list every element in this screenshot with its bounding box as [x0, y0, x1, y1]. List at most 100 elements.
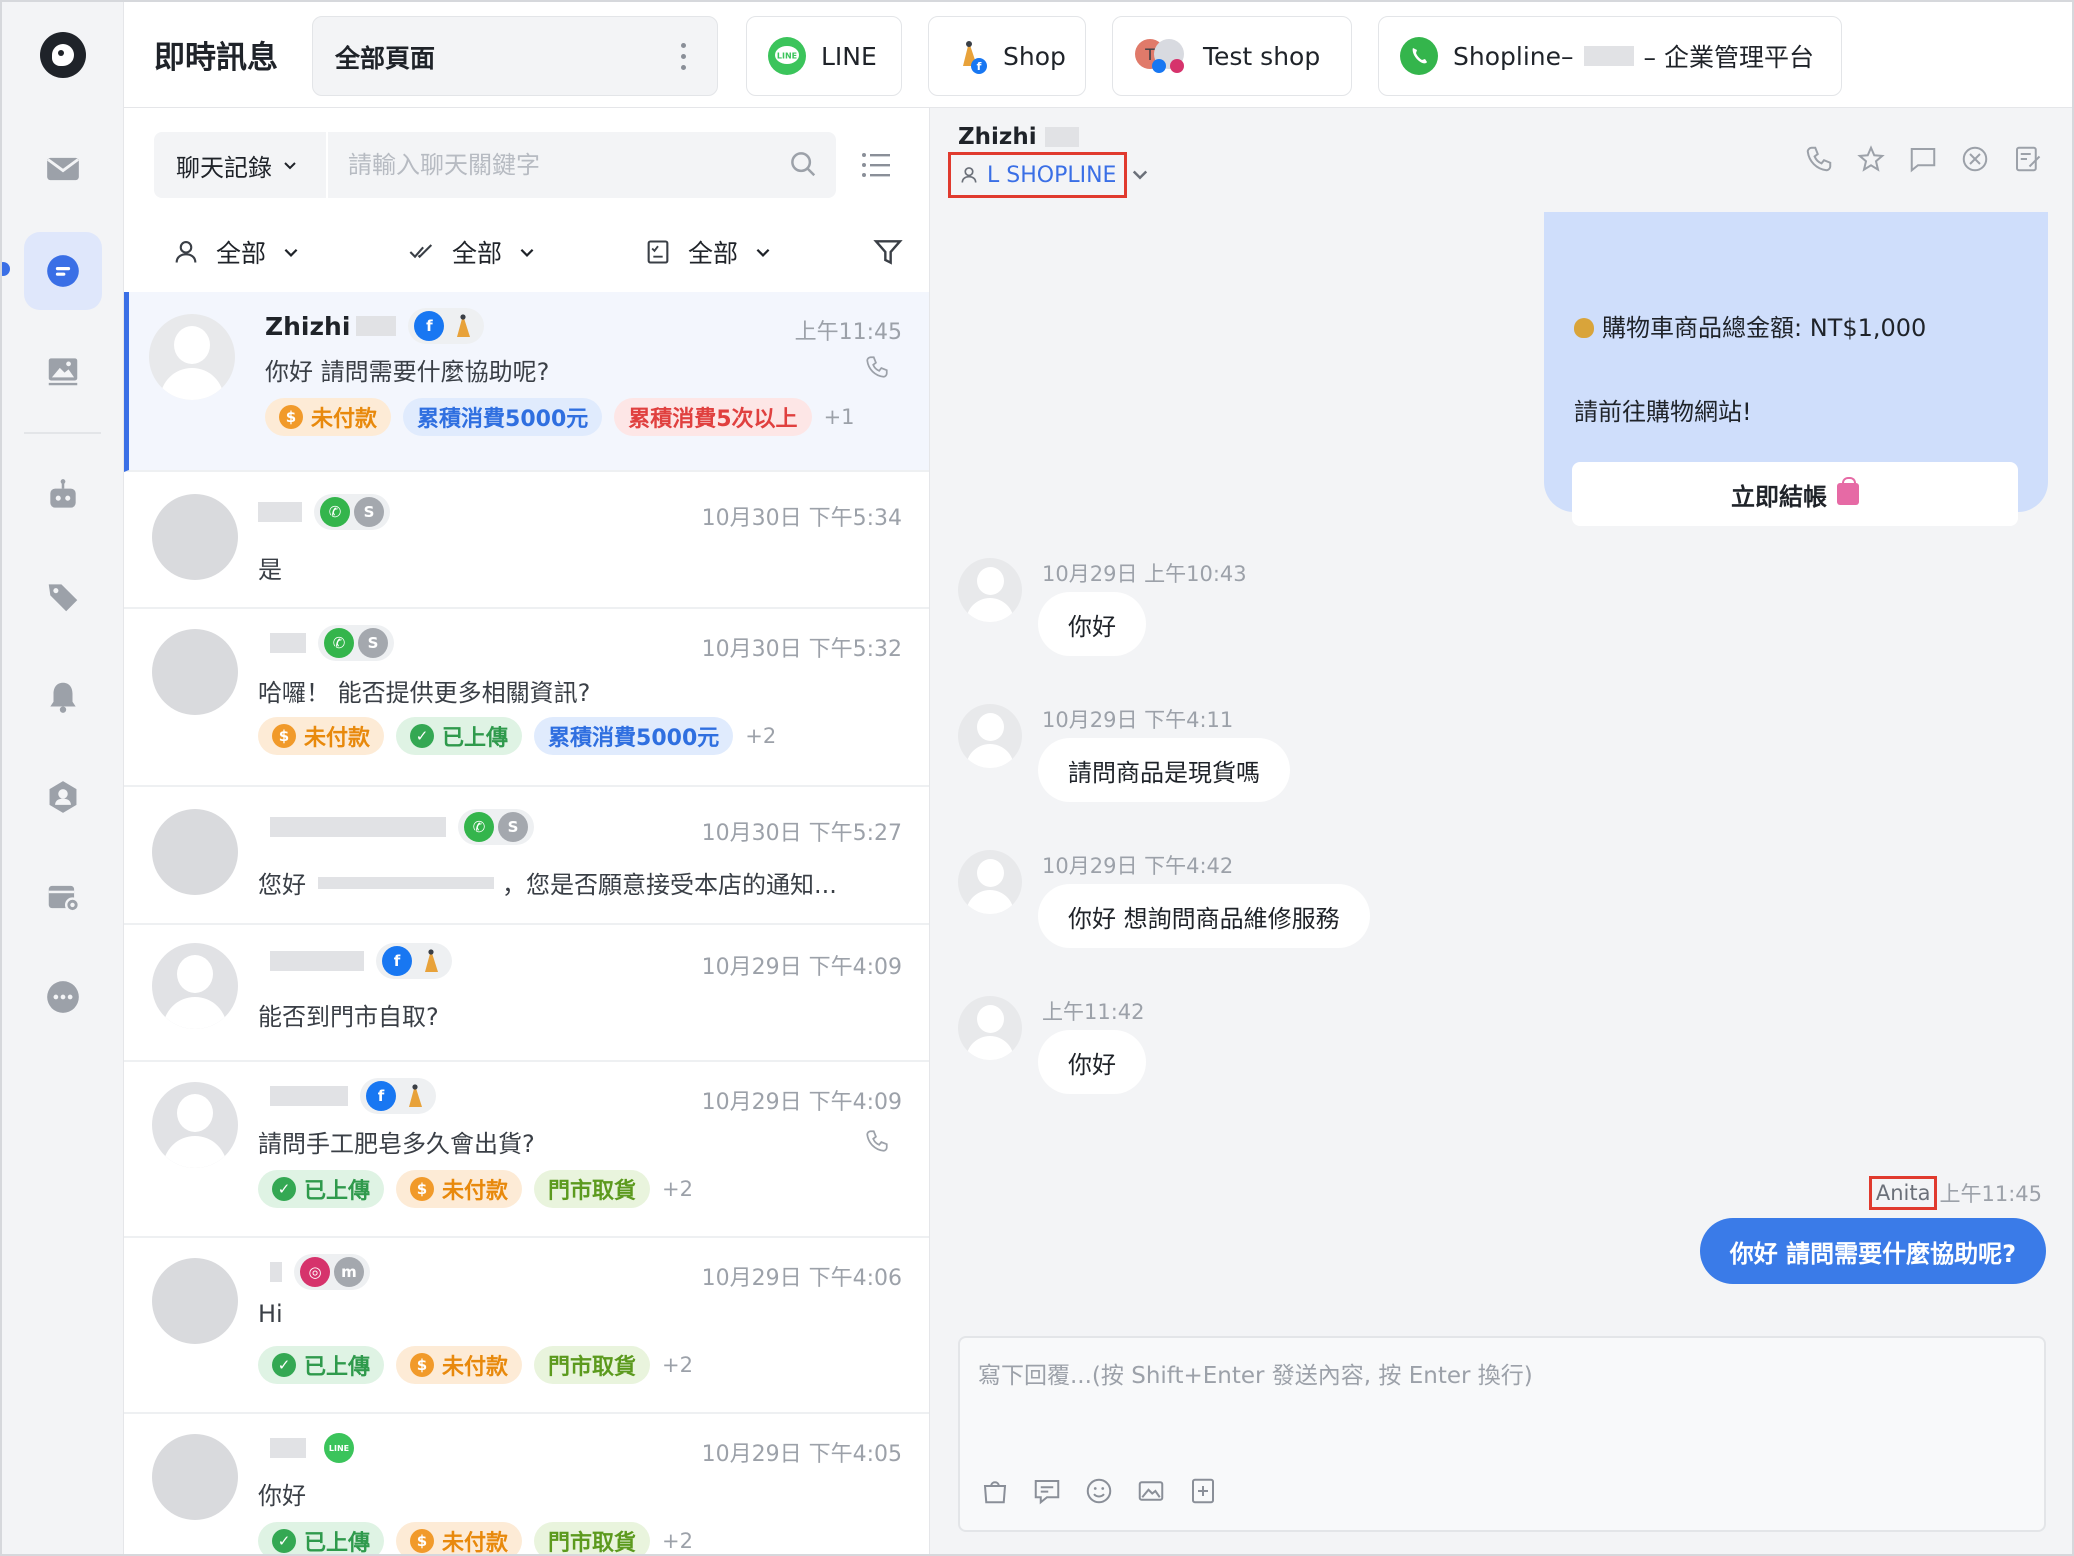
more-tags-count[interactable]: +2: [662, 1529, 693, 1553]
channel-tab-shopline-label-prefix: Shopline–: [1453, 41, 1574, 71]
search-type-dropdown[interactable]: 聊天記錄: [154, 132, 328, 198]
checklist-icon: [647, 240, 669, 264]
phone-icon: [866, 1130, 888, 1152]
contacts-icon[interactable]: [24, 758, 102, 836]
more-tags-count[interactable]: +1: [824, 405, 855, 429]
avatar: [152, 1082, 238, 1168]
conversation-item[interactable]: LINE 10月29日 下午4:05 你好 ✓ 已上傳 $ 未付款 門市取貨 +2: [124, 1414, 929, 1554]
task-filter[interactable]: 全部: [644, 222, 772, 282]
page-selector[interactable]: 全部頁面: [312, 16, 718, 96]
facebook-icon: f: [414, 311, 445, 341]
message-bubble: 你好: [1038, 1030, 1146, 1094]
gallery-icon[interactable]: [24, 332, 102, 410]
conversation-item[interactable]: ✆ S 10月30日 下午5:27 您好 ，您是否願意接受本店的通知...: [124, 787, 929, 925]
bell-icon[interactable]: [24, 658, 102, 736]
channel-chips: ✆ S: [318, 625, 394, 661]
add-template-icon[interactable]: [1188, 1476, 1218, 1506]
badge-label: 未付款: [442, 1179, 509, 1204]
shopping-bag-icon: [1837, 477, 1859, 505]
notes-icon[interactable]: [2012, 144, 2042, 174]
conversation-item[interactable]: f 10月29日 下午4:09 能否到門市自取?: [124, 925, 929, 1062]
avatar: [958, 996, 1022, 1060]
conversation-item[interactable]: ◎ m 10月29日 下午4:06 Hi ✓ 已上傳 $ 未付款 門市取貨 +2: [124, 1238, 929, 1414]
badge-label: 未付款: [311, 407, 378, 432]
channel-chips: f: [360, 1078, 436, 1114]
star-icon[interactable]: [1856, 144, 1886, 174]
outgoing-message-bubble: 你好 請問需要什麼協助呢?: [1699, 1218, 2046, 1284]
more-tags-count[interactable]: +2: [745, 724, 776, 748]
avatar: [152, 494, 238, 580]
conversation-item[interactable]: ✆ S 10月30日 下午5:32 哈囉！ 能否提供更多相關資訊? $ 未付款 ✓…: [124, 609, 929, 787]
filter-funnel-icon[interactable]: [872, 236, 904, 268]
dollar-icon: $: [410, 1529, 435, 1553]
badge-label: 門市取貨: [548, 1355, 637, 1380]
quick-reply-icon[interactable]: [1032, 1476, 1062, 1506]
more-tags-count[interactable]: +2: [662, 1177, 693, 1201]
chevron-down-icon[interactable]: [1130, 164, 1150, 184]
message-bubble: 你好: [1038, 592, 1146, 656]
reply-composer: [958, 1336, 2046, 1532]
tag-badges: $ 未付款 累積消費5000元 累積消費5次以上 +1: [265, 398, 855, 436]
kebab-menu-icon[interactable]: [681, 43, 687, 71]
phone-icon[interactable]: [1804, 144, 1834, 174]
chat-icon[interactable]: [24, 232, 102, 310]
check-icon: ✓: [272, 1177, 296, 1201]
check-icon: ✓: [272, 1353, 296, 1377]
redacted-text: [270, 817, 446, 837]
avatar: [152, 1258, 238, 1344]
rail-divider: [24, 432, 101, 434]
svg-text:T: T: [1144, 45, 1155, 64]
whatsapp-icon: ✆: [464, 812, 494, 842]
conversation-time: 10月29日 下午4:09: [701, 1090, 902, 1115]
emoji-icon[interactable]: [1084, 1476, 1114, 1506]
channel-tab-line[interactable]: LINE LINE: [746, 16, 902, 96]
person-icon: [961, 167, 977, 183]
more-icon[interactable]: [24, 958, 102, 1036]
conversation-preview: 是: [258, 556, 282, 584]
conversation-item[interactable]: Zhizhi f 上午11:45 你好 請問需要什麼協助呢? $ 未付款 累積消費…: [124, 292, 929, 472]
bot-icon[interactable]: [24, 456, 102, 534]
store-selector[interactable]: L SHOPLINE: [948, 152, 1128, 198]
tag-badges: $ 未付款 ✓ 已上傳 累積消費5000元 +2: [258, 717, 776, 755]
block-user-icon[interactable]: [1960, 144, 1990, 174]
conversation-name-text: Zhizhi: [265, 311, 351, 341]
svg-text:f: f: [977, 60, 982, 73]
conversation-preview: 你好 請問需要什麼協助呢?: [265, 358, 550, 386]
tag-badges: ✓ 已上傳 $ 未付款 門市取貨 +2: [258, 1170, 693, 1208]
conversation-preview: Hi: [258, 1300, 283, 1328]
conversation-time: 10月30日 下午5:34: [701, 506, 902, 531]
chat-header: Zhizhi L SHOPLINE: [930, 108, 2072, 212]
list-view-icon[interactable]: [860, 150, 892, 180]
read-state-filter[interactable]: 全部: [408, 222, 536, 282]
channel-tab-test-shop[interactable]: T Test shop: [1112, 16, 1352, 96]
search-input[interactable]: [334, 132, 774, 198]
channel-tab-shop[interactable]: f Shop: [928, 16, 1086, 96]
search-icon[interactable]: [788, 149, 818, 179]
checkout-button[interactable]: 立即結帳: [1572, 462, 2018, 526]
double-check-icon: [409, 244, 433, 259]
conversation-item[interactable]: ✆ S 10月30日 下午5:34 是: [124, 472, 929, 609]
redacted-text: [356, 316, 397, 336]
chevron-down-icon: [284, 248, 298, 257]
inbox-icon[interactable]: [24, 130, 102, 208]
app-logo-icon[interactable]: [40, 32, 86, 78]
image-icon[interactable]: [1136, 1476, 1166, 1506]
conversation-name: ✆ S: [258, 494, 390, 530]
conversation-item[interactable]: f 10月29日 下午4:09 請問手工肥皂多久會出貨? ✓ 已上傳 $ 未付款 門…: [124, 1062, 929, 1238]
comment-icon[interactable]: [1908, 144, 1938, 174]
more-tags-count[interactable]: +2: [662, 1353, 693, 1377]
money-bag-icon: [1574, 318, 1594, 338]
channel-tab-shopline-label-suffix: – 企業管理平台: [1643, 43, 1814, 72]
conversation-time: 上午11:45: [794, 320, 902, 345]
calendar-settings-icon[interactable]: [24, 858, 102, 936]
shopping-bag-icon[interactable]: [980, 1476, 1010, 1506]
assignee-filter[interactable]: 全部: [172, 222, 300, 282]
active-indicator: [2, 262, 10, 276]
conversation-name: ✆ S: [258, 809, 534, 845]
badge-spent: 累積消費5000元: [403, 398, 603, 436]
reply-input[interactable]: [960, 1338, 2044, 1448]
tags-icon[interactable]: [24, 558, 102, 636]
conversation-name: Zhizhi f: [265, 308, 485, 344]
channel-tab-shopline[interactable]: Shopline– – 企業管理平台: [1378, 16, 1842, 96]
message-time: 10月29日 上午10:43: [1042, 562, 1247, 586]
